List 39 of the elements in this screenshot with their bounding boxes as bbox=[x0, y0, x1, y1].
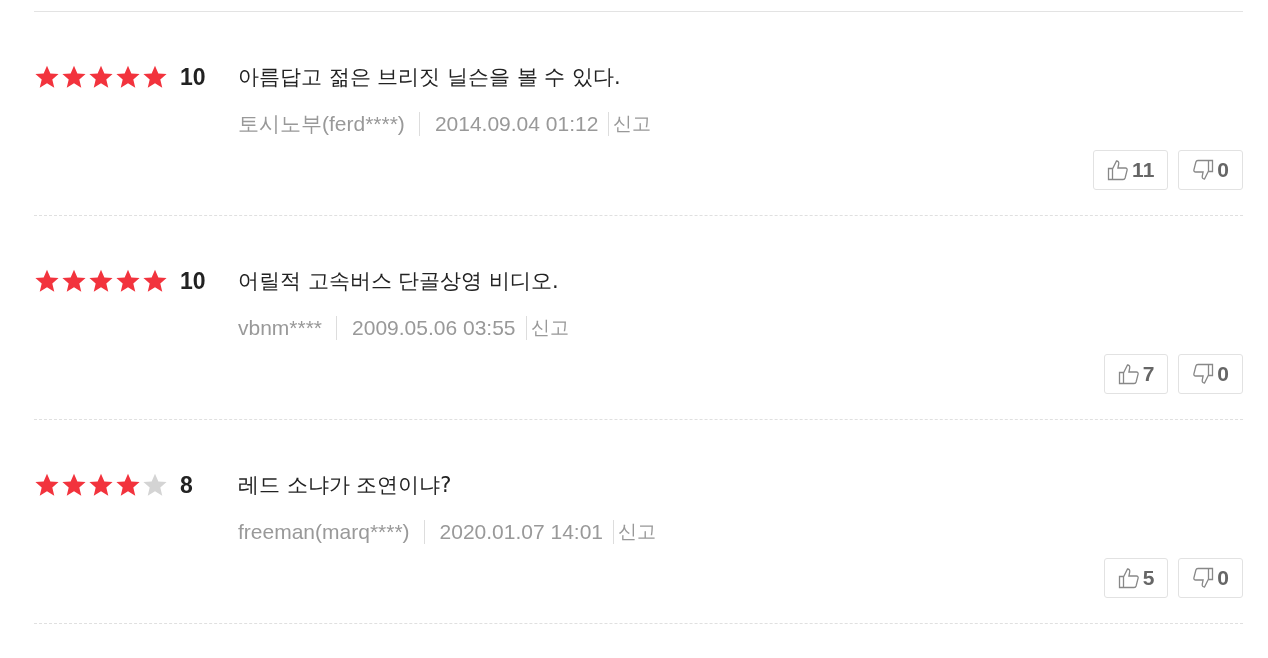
author-name: vbnm**** bbox=[238, 316, 323, 340]
star-icon bbox=[88, 268, 114, 294]
star-icon bbox=[142, 64, 168, 90]
star-icon bbox=[115, 268, 141, 294]
thumbs-up-icon bbox=[1117, 363, 1140, 385]
rating-score: 10 bbox=[180, 63, 207, 92]
star-icon bbox=[61, 268, 87, 294]
review-text: 레드 소냐가 조연이냐? bbox=[238, 472, 453, 499]
review-text: 어릴적 고속버스 단골상영 비디오. bbox=[238, 268, 560, 295]
rating-score: 8 bbox=[180, 471, 194, 500]
star-icon bbox=[115, 472, 141, 498]
star-icon bbox=[34, 64, 60, 90]
star-icon bbox=[142, 472, 168, 498]
thumbs-down-icon bbox=[1192, 567, 1215, 589]
star-icon bbox=[61, 64, 87, 90]
thumbs-up-icon bbox=[1117, 567, 1140, 589]
like-button[interactable]: 5 bbox=[1103, 558, 1169, 598]
rating-score: 10 bbox=[180, 267, 207, 296]
review-text: 아름답고 젊은 브리짓 닐슨을 볼 수 있다. bbox=[238, 64, 622, 91]
star-icon bbox=[61, 472, 87, 498]
dislike-button[interactable]: 0 bbox=[1178, 558, 1243, 598]
star-icon bbox=[34, 472, 60, 498]
review-date: 2009.05.06 03:55 bbox=[336, 316, 516, 340]
like-button[interactable]: 7 bbox=[1103, 354, 1169, 394]
dislike-button[interactable]: 0 bbox=[1178, 150, 1243, 190]
thumbs-down-icon bbox=[1192, 159, 1215, 181]
review-date: 2020.01.07 14:01 bbox=[423, 520, 604, 544]
star-icon bbox=[88, 64, 114, 90]
dislike-button[interactable]: 0 bbox=[1178, 354, 1243, 394]
like-button[interactable]: 11 bbox=[1093, 150, 1169, 190]
star-icon bbox=[88, 472, 114, 498]
star-icon bbox=[142, 268, 168, 294]
star-icon bbox=[34, 268, 60, 294]
author-name: 토시노부(ferd****) bbox=[238, 112, 405, 136]
thumbs-up-icon bbox=[1107, 159, 1130, 181]
author-name: freeman(marq****) bbox=[238, 520, 410, 544]
thumbs-down-icon bbox=[1192, 363, 1215, 385]
star-icon bbox=[115, 64, 141, 90]
review-date: 2014.09.04 01:12 bbox=[418, 112, 599, 136]
